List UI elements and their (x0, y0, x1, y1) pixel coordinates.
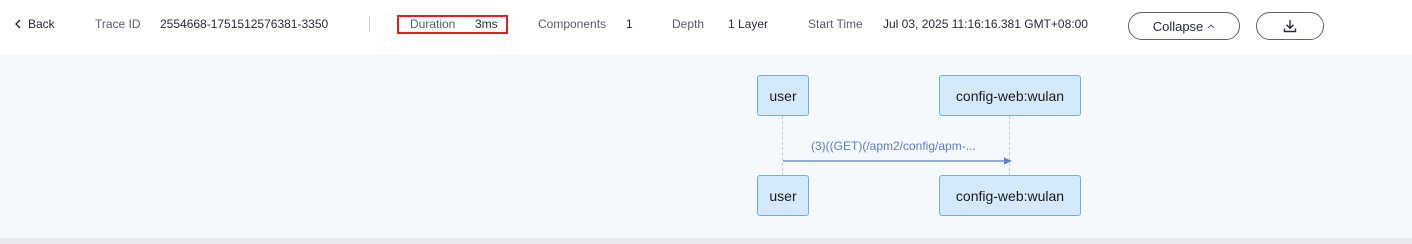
chevron-up-icon (1207, 24, 1215, 29)
horizontal-scrollbar[interactable] (0, 238, 1412, 244)
trace-header: Back Trace ID 2554668-1751512576381-3350… (0, 0, 1412, 55)
participant-config-web-bottom[interactable]: config-web:wulan (939, 175, 1081, 216)
lifeline-config-web (1009, 116, 1010, 176)
download-button[interactable] (1256, 12, 1324, 40)
participant-user-bottom[interactable]: user (757, 175, 809, 216)
trace-id-value: 2554668-1751512576381-3350 (160, 17, 329, 31)
depth-label: Depth (672, 17, 705, 31)
duration-value: 3ms (475, 17, 498, 31)
download-icon (1283, 20, 1297, 33)
components-label: Components (538, 17, 607, 31)
components-value: 1 (626, 17, 633, 31)
participant-config-web-top[interactable]: config-web:wulan (939, 75, 1081, 116)
participant-user-top[interactable]: user (757, 75, 809, 116)
message-label[interactable]: (3)((GET)(/apm2/config/apm-... (811, 139, 976, 153)
back-button[interactable]: Back (14, 17, 55, 31)
header-divider (369, 17, 370, 31)
sequence-diagram-canvas: user config-web:wulan (3)((GET)(/apm2/co… (0, 55, 1412, 238)
start-time-label: Start Time (808, 17, 863, 31)
chevron-left-icon (15, 19, 21, 29)
trace-id-label: Trace ID (95, 17, 141, 31)
lifeline-user (782, 116, 783, 176)
collapse-label: Collapse (1152, 18, 1204, 34)
duration-label: Duration (410, 17, 456, 31)
message-arrow (783, 157, 1012, 165)
back-label: Back (28, 17, 55, 31)
collapse-button[interactable]: Collapse (1128, 12, 1240, 40)
start-time-value: Jul 03, 2025 11:16:16.381 GMT+08:00 (883, 17, 1088, 31)
depth-value: 1 Layer (728, 17, 769, 31)
